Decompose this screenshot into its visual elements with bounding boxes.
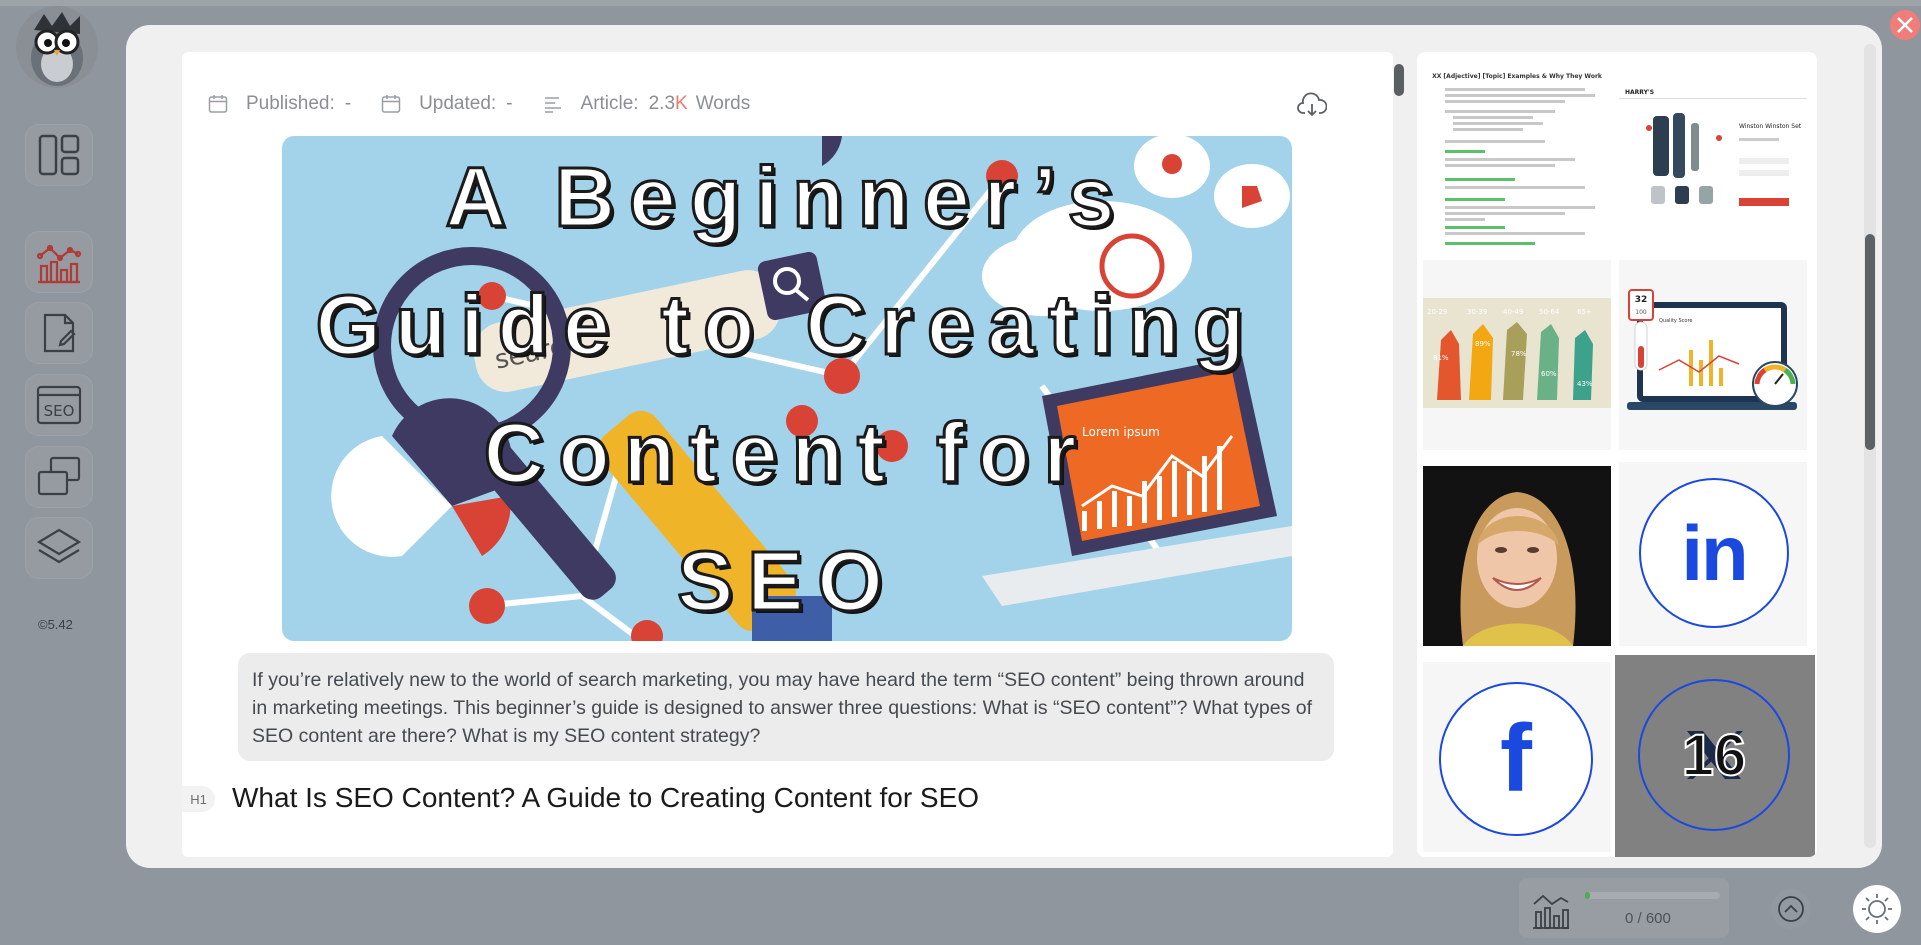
progress-bar <box>1585 892 1720 899</box>
progress-fill <box>1585 892 1590 899</box>
hero-title: A Beginner’s Guide to Creating Content f… <box>282 136 1292 641</box>
theme-toggle-button[interactable] <box>1853 885 1901 933</box>
age-value: 78% <box>1511 350 1527 358</box>
close-icon <box>1897 17 1913 33</box>
text-lines-icon <box>544 97 561 113</box>
gallery-thumb-facebook[interactable]: f <box>1423 662 1611 852</box>
sidebar-item-analytics[interactable] <box>25 231 93 293</box>
product-brand: HARRY'S <box>1625 89 1654 96</box>
article-scrollbar-thumb[interactable] <box>1394 64 1404 96</box>
product-title: Winston Winston Set <box>1739 123 1802 130</box>
published-info: Published: - <box>208 93 351 115</box>
summary-text: If you’re relatively new to the world of… <box>252 669 1313 747</box>
score-value: 32 <box>1635 295 1648 305</box>
word-count-unit: K <box>675 93 688 114</box>
sun-icon <box>1862 894 1892 924</box>
doc-thumb-title: XX [Adjective] [Topic] Examples & Why Th… <box>1432 73 1603 80</box>
score-label: Quality Score <box>1659 318 1692 324</box>
gallery-thumb-product[interactable]: HARRY'S Winston Winston Set <box>1619 58 1807 248</box>
x-logo-icon: 16 <box>1638 679 1790 831</box>
score-total: 100 <box>1635 309 1647 316</box>
gallery-thumb-quality-score[interactable]: 32 100 Quality Score <box>1619 260 1807 450</box>
heading-tag-badge: H1 <box>182 786 215 812</box>
age-label: 50-64 <box>1539 308 1560 316</box>
chevron-up-icon <box>1778 896 1804 922</box>
owl-avatar[interactable] <box>16 6 98 88</box>
linkedin-icon: in <box>1639 478 1789 628</box>
updated-info: Updated: - <box>381 93 513 115</box>
article-summary: If you’re relatively new to the world of… <box>238 653 1334 761</box>
modal-scrollbar[interactable] <box>1864 44 1876 848</box>
chart-stats-icon <box>1533 894 1569 929</box>
facebook-label: f <box>1500 705 1532 812</box>
word-count-number: 2.3 <box>648 93 676 114</box>
age-label: 65+ <box>1577 308 1592 316</box>
age-label: 20-29 <box>1427 308 1447 316</box>
scroll-up-button[interactable] <box>1771 889 1811 929</box>
hero-title-line: Content for <box>482 404 1091 501</box>
age-value: 43% <box>1577 380 1593 388</box>
layers-icon <box>36 528 82 564</box>
age-value: 89% <box>1475 340 1491 348</box>
calendar-icon <box>208 95 228 113</box>
selection-number-badge: 16 <box>1681 722 1748 789</box>
age-value: 60% <box>1541 370 1557 378</box>
article-panel: Published: - Updated: - Article: 2.3 K Wo… <box>182 52 1393 857</box>
words-label: Words <box>695 93 751 114</box>
updated-value: - <box>506 93 513 114</box>
hero-image: search Lorem ipsum A Beginner’s Guide to… <box>282 136 1292 641</box>
article-label: Article: <box>580 93 639 114</box>
stats-widget[interactable]: 0 / 600 <box>1519 878 1729 938</box>
analytics-icon <box>36 244 82 284</box>
age-label: 30-39 <box>1467 308 1487 316</box>
published-value: - <box>344 93 352 114</box>
age-value: 81% <box>1433 354 1449 362</box>
sidebar-item-layers[interactable] <box>25 517 93 579</box>
sidebar-item-copy[interactable] <box>25 446 93 508</box>
hero-title-line: A Beginner’s <box>444 148 1129 245</box>
linkedin-label: in <box>1681 508 1748 597</box>
article-heading: What Is SEO Content? A Guide to Creating… <box>232 782 980 813</box>
article-meta: Published: - Updated: - Article: 2.3 K Wo… <box>208 90 780 118</box>
calendar-icon <box>381 95 401 113</box>
copy-icon <box>37 456 81 496</box>
facebook-icon: f <box>1439 682 1593 836</box>
svg-text:SEO: SEO <box>44 402 75 420</box>
hero-title-line: Guide to Creating <box>314 276 1259 373</box>
sidebar: SEO ©5.42 <box>0 0 118 945</box>
gallery-thumb-x-selected[interactable]: 16 <box>1615 655 1815 857</box>
version-label: ©5.42 <box>38 617 73 632</box>
top-edge <box>0 0 1921 6</box>
sidebar-item-document[interactable] <box>25 302 93 364</box>
document-edit-icon <box>43 313 76 353</box>
word-count-info: Article: 2.3 K Words <box>543 93 751 115</box>
hero-title-line: SEO <box>676 532 897 629</box>
age-label: 40-49 <box>1503 308 1523 316</box>
seo-icon: SEO <box>36 385 82 425</box>
dashboard-icon <box>38 134 80 176</box>
close-button[interactable] <box>1890 10 1920 40</box>
image-gallery: XX [Adjective] [Topic] Examples & Why Th… <box>1417 52 1817 857</box>
article-scrollbar[interactable] <box>1393 52 1405 857</box>
sidebar-item-dashboard[interactable] <box>25 124 93 186</box>
gallery-thumb-age-chart[interactable]: 20-29 30-39 40-49 50-64 65+ 81% 89% 78% … <box>1423 260 1611 450</box>
updated-label: Updated: <box>419 93 497 114</box>
gallery-thumb-linkedin[interactable]: in <box>1619 462 1807 646</box>
gallery-thumb-document[interactable]: XX [Adjective] [Topic] Examples & Why Th… <box>1423 58 1611 248</box>
published-label: Published: <box>246 93 335 114</box>
cloud-download-icon[interactable] <box>1297 91 1327 119</box>
progress-count: 0 / 600 <box>1625 910 1671 927</box>
gallery-thumb-portrait[interactable] <box>1423 466 1611 646</box>
modal-scrollbar-thumb[interactable] <box>1865 234 1875 450</box>
sidebar-item-seo[interactable]: SEO <box>25 374 93 436</box>
